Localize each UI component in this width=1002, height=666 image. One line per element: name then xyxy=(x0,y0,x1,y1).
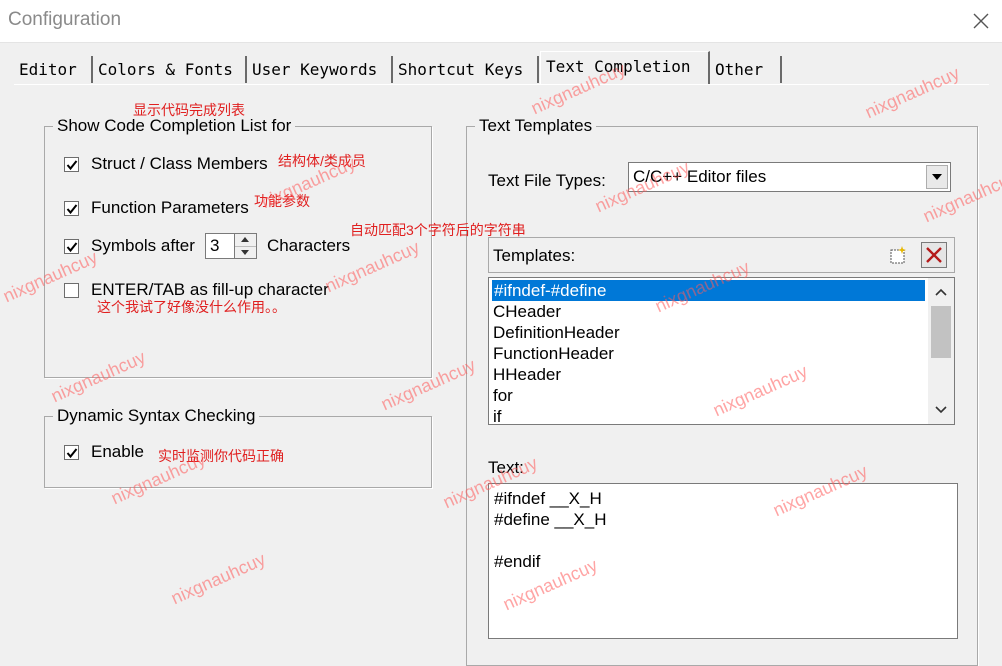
checkmark-icon xyxy=(66,241,78,252)
annotation-enter-tab: 这个我试了好像没什么作用。。 xyxy=(97,299,286,315)
symbols-after-checkbox[interactable]: Symbols after 3 Characters xyxy=(64,233,350,259)
templates-label: Templates: xyxy=(493,246,576,265)
checkmark-icon xyxy=(66,159,78,170)
struct-members-checkbox[interactable]: Struct / Class Members xyxy=(64,154,268,174)
tab-text-completion[interactable]: Text Completion xyxy=(540,51,710,85)
scroll-thumb[interactable] xyxy=(931,306,951,358)
tab-colors-fonts[interactable]: Colors & Fonts xyxy=(93,56,247,83)
file-types-value: C/C++ Editor files xyxy=(633,167,767,186)
delete-x-icon xyxy=(926,247,942,263)
list-item[interactable]: CHeader xyxy=(493,301,561,322)
characters-label: Characters xyxy=(266,236,351,255)
window-title: Configuration xyxy=(8,9,122,30)
list-item[interactable]: FunctionHeader xyxy=(493,343,614,364)
checkmark-icon xyxy=(66,203,78,214)
spinner-up-button[interactable] xyxy=(234,234,256,247)
scroll-up-button[interactable] xyxy=(928,280,954,304)
list-item[interactable]: #ifndef-#define xyxy=(492,280,925,301)
close-button[interactable] xyxy=(966,6,996,36)
chevron-down-icon xyxy=(935,406,947,414)
annotation-struct-members: 结构体/类成员 xyxy=(278,153,366,169)
list-item[interactable]: if xyxy=(493,406,502,424)
chevron-down-icon xyxy=(932,174,942,180)
template-text-editor[interactable]: #ifndef __X_H #define __X_H #endif xyxy=(488,483,958,639)
delete-template-button[interactable] xyxy=(921,242,947,268)
file-types-dropdown[interactable]: C/C++ Editor files xyxy=(628,162,951,192)
watermark: nixgnauhcuy xyxy=(168,548,269,609)
caret-up-icon xyxy=(241,237,250,243)
dropdown-button[interactable] xyxy=(926,165,948,189)
chevron-up-icon xyxy=(935,288,947,296)
templates-list[interactable]: #ifndef-#define CHeader DefinitionHeader… xyxy=(488,277,955,425)
new-item-icon xyxy=(890,246,906,264)
new-template-button[interactable] xyxy=(885,242,911,268)
checkbox-box[interactable] xyxy=(64,238,79,254)
watermark: nixgnauhcuy xyxy=(862,62,963,123)
annotation-symbols-after: 自动匹配3个字符后的字符串 xyxy=(350,222,526,238)
tab-editor[interactable]: Editor xyxy=(14,56,93,83)
annotation-realtime: 实时监测你代码正确 xyxy=(158,448,284,464)
spinner-buttons[interactable] xyxy=(234,233,257,259)
annotation-completion-title: 显示代码完成列表 xyxy=(133,102,245,118)
scroll-down-button[interactable] xyxy=(928,398,954,422)
checkbox-box[interactable] xyxy=(64,282,79,298)
templates-legend: Text Templates xyxy=(479,116,593,135)
tab-shortcut-keys[interactable]: Shortcut Keys xyxy=(393,56,539,83)
struct-members-label: Struct / Class Members xyxy=(91,154,268,173)
symbols-count-input[interactable]: 3 xyxy=(204,233,235,259)
symbols-after-label: Symbols after xyxy=(91,236,195,255)
checkbox-box[interactable] xyxy=(64,444,79,460)
file-types-label: Text File Types: xyxy=(488,171,606,190)
tab-panel-border xyxy=(14,84,989,85)
caret-down-icon xyxy=(241,249,250,255)
symbols-count-spinner[interactable]: 3 xyxy=(204,233,257,259)
tab-user-keywords[interactable]: User Keywords xyxy=(247,56,393,83)
close-icon xyxy=(973,13,989,29)
syntax-legend: Dynamic Syntax Checking xyxy=(57,406,256,425)
checkbox-box[interactable] xyxy=(64,200,79,216)
list-item[interactable]: HHeader xyxy=(493,364,561,385)
tab-strip: Editor Colors & Fonts User Keywords Shor… xyxy=(14,51,794,85)
templates-scrollbar[interactable] xyxy=(928,278,954,424)
list-item[interactable]: for xyxy=(493,385,513,406)
title-bar: Configuration xyxy=(0,0,1002,43)
text-label: Text: xyxy=(488,458,524,477)
list-item[interactable]: DefinitionHeader xyxy=(493,322,620,343)
spinner-down-button[interactable] xyxy=(235,247,256,259)
function-params-label: Function Parameters xyxy=(91,198,249,217)
syntax-enable-checkbox[interactable]: Enable xyxy=(64,442,144,462)
checkmark-icon xyxy=(66,447,78,458)
syntax-enable-label: Enable xyxy=(91,442,144,461)
tab-other[interactable]: Other xyxy=(710,56,782,83)
templates-header: Templates: xyxy=(488,237,955,273)
annotation-function-params: 功能参数 xyxy=(254,193,310,209)
checkbox-box[interactable] xyxy=(64,156,79,172)
function-params-checkbox[interactable]: Function Parameters xyxy=(64,198,249,218)
